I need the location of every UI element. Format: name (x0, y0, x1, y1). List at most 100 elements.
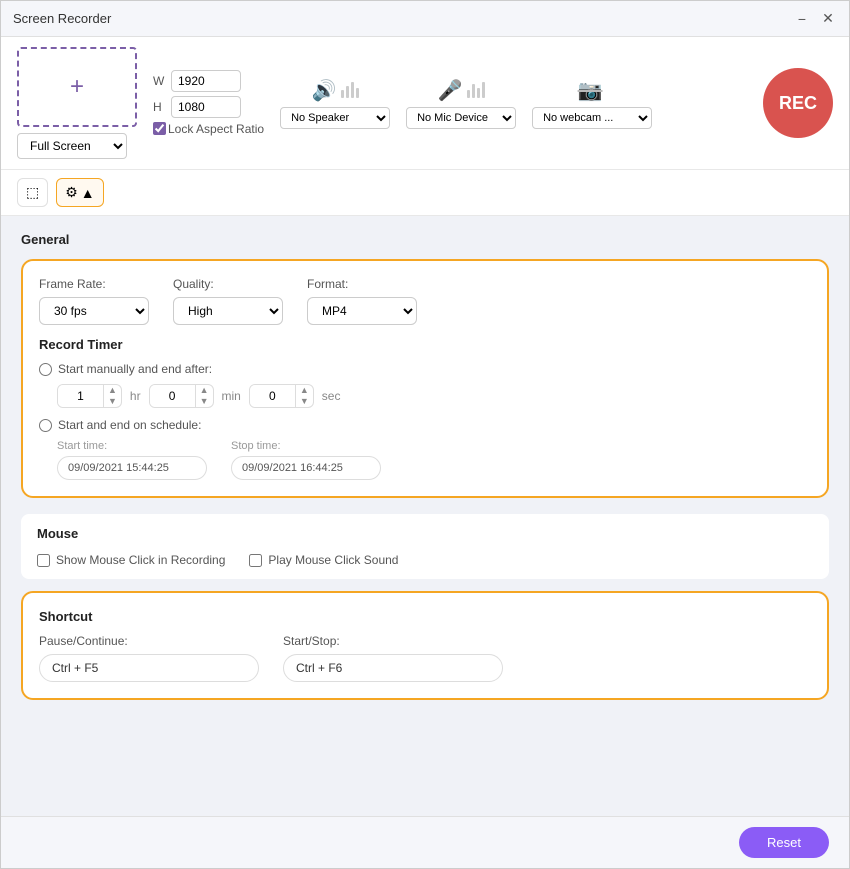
settings-icon: ⚙ (65, 184, 78, 201)
start-time-input[interactable] (57, 456, 207, 480)
schedule-row: Start and end on schedule: (39, 418, 811, 432)
show-click-checkbox[interactable] (37, 554, 50, 567)
frame-rate-select[interactable]: 30 fps 15 fps 20 fps 60 fps (39, 297, 149, 325)
min-input[interactable] (150, 385, 195, 407)
settings-button[interactable]: ⚙ ▲ (56, 178, 103, 207)
stop-time-input[interactable] (231, 456, 381, 480)
sec-up[interactable]: ▲ (296, 385, 313, 396)
reset-button[interactable]: Reset (739, 827, 829, 858)
start-stop-input[interactable] (283, 654, 503, 682)
bar2 (346, 86, 349, 98)
quality-group: Quality: High Low Medium (173, 277, 283, 325)
mbar2 (472, 84, 475, 98)
bottom-bar: Reset (1, 816, 849, 868)
hr-arrows: ▲ ▼ (103, 385, 121, 407)
webcam-dropdown[interactable]: No webcam ... (532, 107, 652, 129)
screen-dropdown[interactable]: Full Screen (17, 133, 127, 159)
general-section-title: General (21, 232, 829, 247)
window-title: Screen Recorder (13, 11, 111, 26)
screenshot-icon: ⬚ (26, 184, 39, 201)
hr-down[interactable]: ▼ (104, 396, 121, 407)
pause-group: Pause/Continue: (39, 634, 259, 682)
quality-label: Quality: (173, 277, 283, 291)
hr-up[interactable]: ▲ (104, 385, 121, 396)
sec-arrows: ▲ ▼ (295, 385, 313, 407)
start-time-field: Start time: (57, 440, 207, 480)
settings-row: Frame Rate: 30 fps 15 fps 20 fps 60 fps … (39, 277, 811, 325)
sec-spinner: ▲ ▼ (249, 384, 314, 408)
pause-input[interactable] (39, 654, 259, 682)
quality-select[interactable]: High Low Medium (173, 297, 283, 325)
mbar3 (477, 88, 480, 98)
height-row: H (153, 96, 264, 118)
lock-aspect-label: Lock Aspect Ratio (168, 122, 264, 136)
webcam-device: 📷 No webcam ... (532, 78, 652, 129)
mouse-section: Mouse Show Mouse Click in Recording Play… (21, 514, 829, 579)
lock-aspect-row: Lock Aspect Ratio (153, 122, 264, 136)
schedule-inputs-row: Start time: Stop time: (57, 440, 811, 480)
bar4 (356, 88, 359, 98)
content-area: General Frame Rate: 30 fps 15 fps 20 fps… (1, 216, 849, 816)
general-card: Frame Rate: 30 fps 15 fps 20 fps 60 fps … (21, 259, 829, 498)
main-window: Screen Recorder − ✕ + Full Screen W (0, 0, 850, 869)
record-timer-title: Record Timer (39, 337, 811, 352)
window-controls: − ✕ (793, 10, 837, 28)
title-bar: Screen Recorder − ✕ (1, 1, 849, 37)
start-stop-group: Start/Stop: (283, 634, 503, 682)
format-select[interactable]: MP4 MOV AVI GIF (307, 297, 417, 325)
schedule-label: Start and end on schedule: (58, 418, 201, 432)
sec-input[interactable] (250, 385, 295, 407)
speaker-device: 🔊 No Speaker (280, 78, 390, 129)
stop-time-field: Stop time: (231, 440, 381, 480)
screenshot-button[interactable]: ⬚ (17, 178, 48, 207)
dimensions-section: W H Lock Aspect Ratio (153, 70, 264, 136)
speaker-icon: 🔊 (312, 78, 337, 103)
shortcut-groups: Pause/Continue: Start/Stop: (39, 634, 811, 682)
rec-button[interactable]: REC (763, 68, 833, 138)
frame-rate-group: Frame Rate: 30 fps 15 fps 20 fps 60 fps (39, 277, 149, 325)
min-spinner: ▲ ▼ (149, 384, 214, 408)
start-manually-label: Start manually and end after: (58, 362, 212, 376)
show-click-label: Show Mouse Click in Recording (56, 553, 225, 567)
hr-input[interactable] (58, 385, 103, 407)
mic-dropdown[interactable]: No Mic Device (406, 107, 516, 129)
min-up[interactable]: ▲ (196, 385, 213, 396)
hr-spinner: ▲ ▼ (57, 384, 122, 408)
screen-selector-row: Full Screen (17, 133, 127, 159)
sec-down[interactable]: ▼ (296, 396, 313, 407)
mouse-title: Mouse (37, 526, 813, 541)
speaker-dropdown[interactable]: No Speaker (280, 107, 390, 129)
start-time-label: Start time: (57, 440, 207, 452)
webcam-icon-row: 📷 (578, 78, 607, 103)
width-row: W (153, 70, 264, 92)
minimize-button[interactable]: − (793, 10, 811, 28)
min-arrows: ▲ ▼ (195, 385, 213, 407)
width-input[interactable] (171, 70, 241, 92)
mic-icon-row: 🎤 (438, 78, 485, 103)
screen-preview[interactable]: + (17, 47, 137, 127)
hr-label: hr (130, 389, 141, 403)
play-sound-row: Play Mouse Click Sound (249, 553, 398, 567)
stop-time-label: Stop time: (231, 440, 381, 452)
time-inputs-row: ▲ ▼ hr ▲ ▼ min (57, 384, 811, 408)
start-manually-row: Start manually and end after: (39, 362, 811, 376)
add-screen-icon: + (70, 73, 84, 101)
play-sound-checkbox[interactable] (249, 554, 262, 567)
height-input[interactable] (171, 96, 241, 118)
width-label: W (153, 74, 165, 88)
close-button[interactable]: ✕ (819, 10, 837, 28)
format-label: Format: (307, 277, 417, 291)
settings-chevron: ▲ (81, 185, 95, 201)
lock-aspect-checkbox[interactable] (153, 122, 166, 135)
schedule-radio[interactable] (39, 419, 52, 432)
shortcut-title: Shortcut (39, 609, 811, 624)
mouse-options-row: Show Mouse Click in Recording Play Mouse… (37, 553, 813, 567)
speaker-icon-row: 🔊 (312, 78, 359, 103)
bar1 (341, 90, 344, 98)
format-group: Format: MP4 MOV AVI GIF (307, 277, 417, 325)
sec-label: sec (322, 389, 341, 403)
shortcut-card: Shortcut Pause/Continue: Start/Stop: (21, 591, 829, 700)
start-manually-radio[interactable] (39, 363, 52, 376)
min-down[interactable]: ▼ (196, 396, 213, 407)
mic-icon: 🎤 (438, 78, 463, 103)
